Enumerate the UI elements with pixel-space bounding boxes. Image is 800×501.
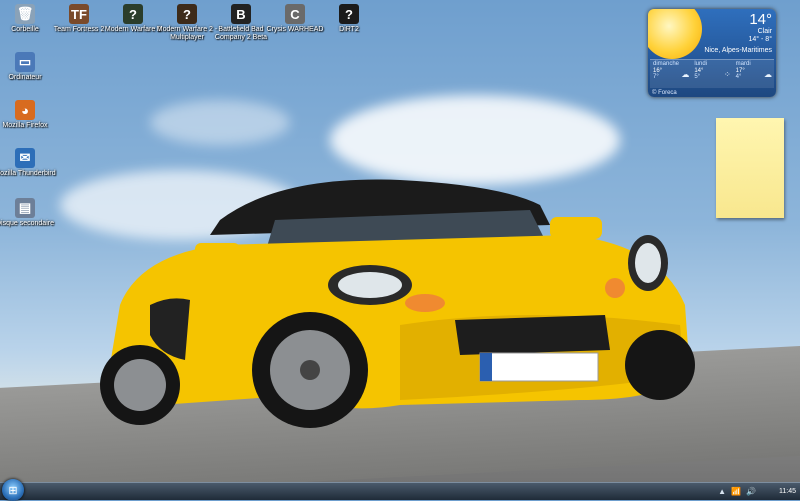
modern-warfare-icon: ? xyxy=(123,4,143,24)
forecast-day-name: mardi xyxy=(735,61,751,67)
battlefield-icon: B xyxy=(231,4,251,24)
forecast-day-name: lundi xyxy=(694,61,708,67)
weather-source: © Foreca xyxy=(652,90,677,96)
firefox-icon: ◕ xyxy=(15,100,35,120)
forecast-day: mardi 17° 4° ☁ xyxy=(733,60,774,88)
weather-range: 14° - 8° xyxy=(748,36,773,43)
recycle-bin-icon: 🗑 xyxy=(15,4,35,24)
dirt2-icon: ? xyxy=(339,4,359,24)
wallpaper-car xyxy=(100,179,695,428)
crysis-icon: C xyxy=(285,4,305,24)
forecast-day-name: dimanche xyxy=(653,61,680,67)
cloud-icon: ☁ xyxy=(763,70,772,79)
network-icon[interactable]: 📶 xyxy=(731,487,741,496)
desktop-icon[interactable]: ? DiRT2 xyxy=(317,4,381,34)
desktop-icon-label: DiRT2 xyxy=(339,26,359,33)
sticky-note-gadget[interactable] xyxy=(716,118,784,218)
desktop-icon[interactable]: ◕ Mozilla Firefox xyxy=(0,100,57,130)
weather-forecast: dimanche 16° 7° ☁ lundi 14° 5° ⁘ mardi 1… xyxy=(650,59,774,88)
cloud xyxy=(330,95,620,185)
team-fortress-icon: TF xyxy=(69,4,89,24)
modern-warfare-mp-icon: ? xyxy=(177,4,197,24)
hard-drive-icon: ▤ xyxy=(15,198,35,218)
weather-location: Nice, Alpes-Maritimes xyxy=(704,47,772,54)
cloud xyxy=(150,100,290,145)
desktop-icon-label: Mozilla Firefox xyxy=(2,122,48,129)
desktop-icon[interactable]: ▭ Ordinateur xyxy=(0,52,57,82)
show-hidden-icons-icon[interactable]: ▲ xyxy=(718,487,726,496)
system-tray: ▲ 📶 🔊 11:45 xyxy=(718,483,796,500)
desktop-icon[interactable]: ✉ Mozilla Thunderbird xyxy=(0,148,57,178)
windows-orb-icon: ⊞ xyxy=(8,484,18,497)
desktop-icon-label: Disque secondaire xyxy=(0,220,54,227)
cloud-icon: ☁ xyxy=(681,70,690,79)
computer-icon: ▭ xyxy=(15,52,35,72)
sun-icon xyxy=(648,9,702,59)
forecast-day: lundi 14° 5° ⁘ xyxy=(691,60,732,88)
weather-description: Clair xyxy=(757,28,772,35)
rain-icon: ⁘ xyxy=(723,70,731,79)
weather-gadget[interactable]: 14° Clair 14° - 8° Nice, Alpes-Maritimes… xyxy=(648,9,776,97)
desktop-icon[interactable]: ▤ Disque secondaire xyxy=(0,198,57,228)
taskbar: ⊞ ▲ 📶 🔊 11:45 xyxy=(0,479,800,501)
desktop-icon-label: Mozilla Thunderbird xyxy=(0,170,56,177)
start-button[interactable]: ⊞ xyxy=(2,479,24,501)
volume-icon[interactable]: 🔊 xyxy=(746,487,756,496)
thunderbird-icon: ✉ xyxy=(15,148,35,168)
clock[interactable]: 11:45 xyxy=(779,488,796,495)
desktop-icon-label: Ordinateur xyxy=(8,74,42,81)
weather-temperature: 14° xyxy=(749,11,772,28)
forecast-day: dimanche 16° 7° ☁ xyxy=(650,60,691,88)
